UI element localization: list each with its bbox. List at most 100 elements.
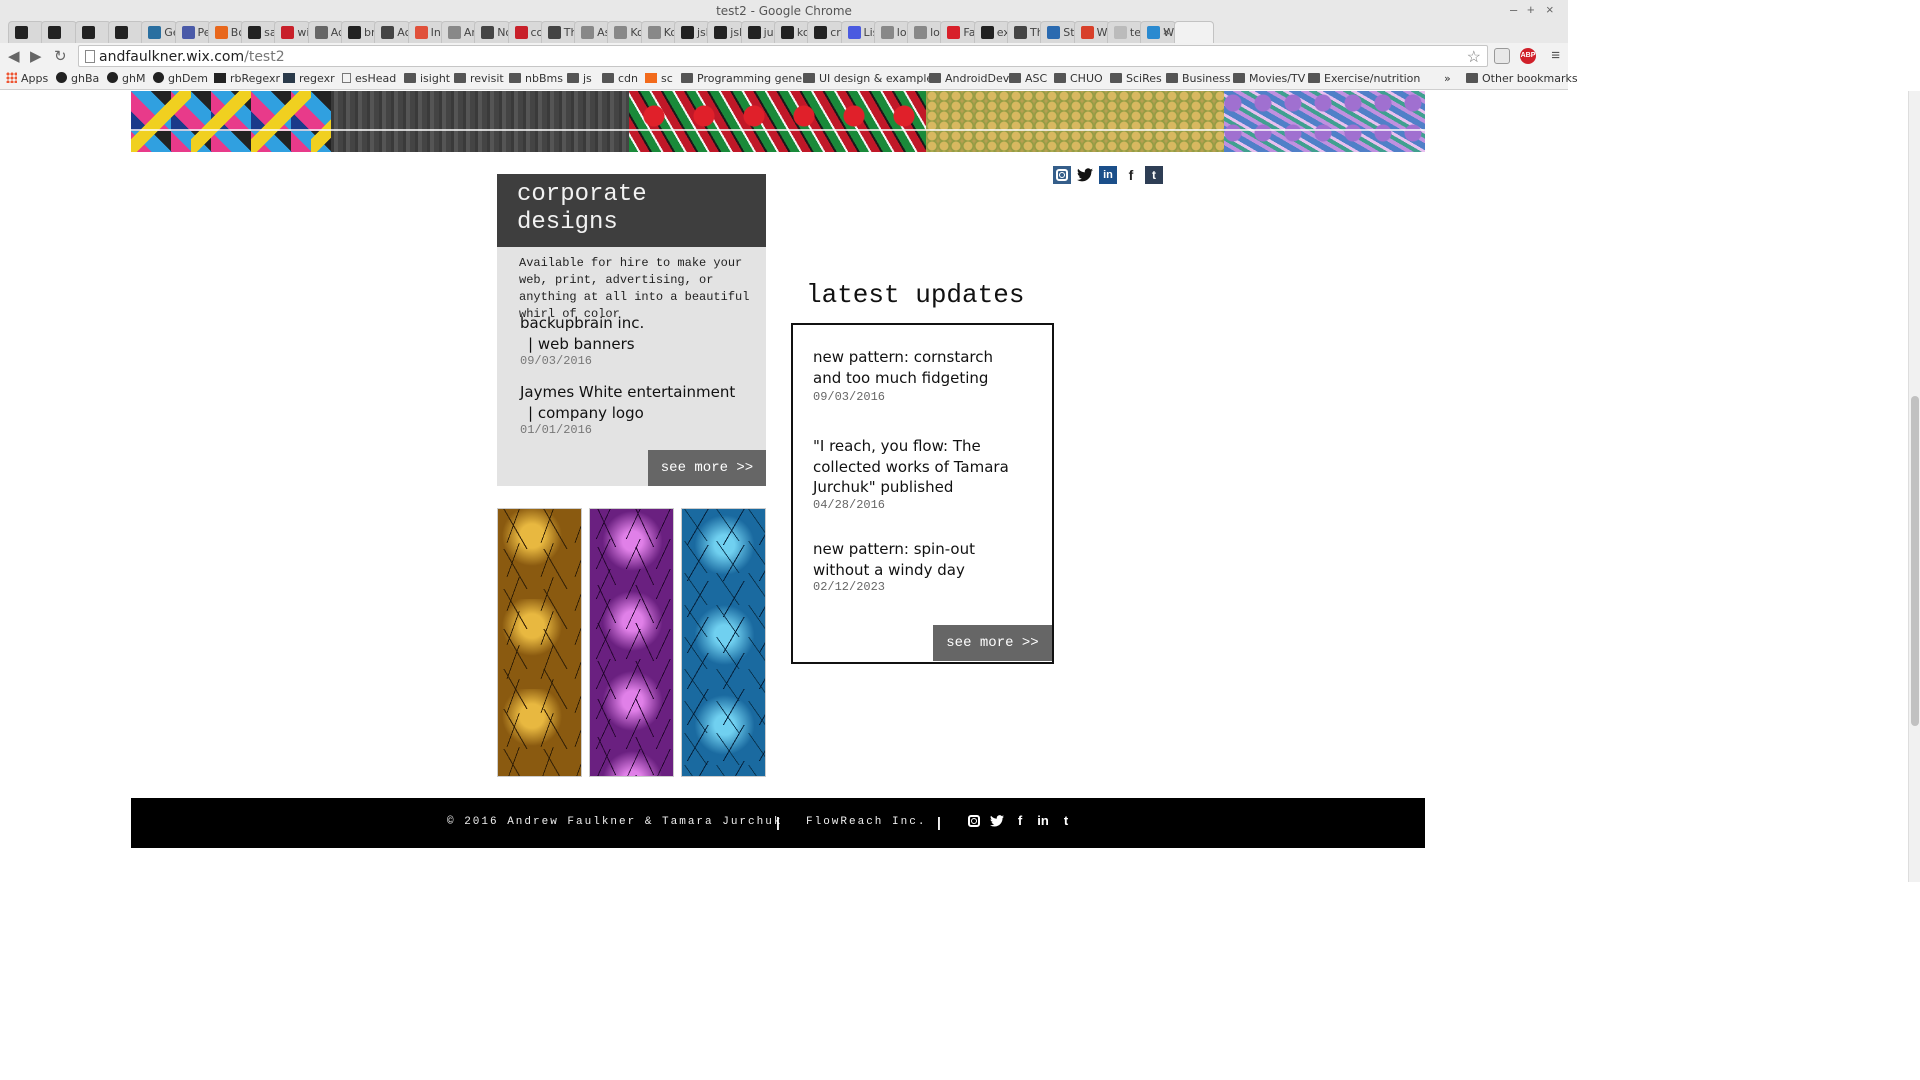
browser-tab[interactable]: Bo xyxy=(207,21,244,43)
bookmark-item[interactable]: ASC xyxy=(1009,72,1047,85)
browser-tab[interactable] xyxy=(41,21,78,43)
bookmark-item[interactable]: isight xyxy=(404,72,450,85)
pattern-thumbnail-purple[interactable] xyxy=(589,508,674,777)
bookmark-item[interactable]: Apps xyxy=(6,72,48,85)
update-item[interactable]: "I reach, you flow: The collected works … xyxy=(813,436,1023,512)
browser-tab[interactable]: No xyxy=(474,21,511,43)
bookmark-star-icon[interactable]: ☆ xyxy=(1467,47,1481,67)
browser-tab[interactable]: jsh xyxy=(707,21,744,43)
bookmark-item[interactable]: regexr xyxy=(283,72,335,85)
bookmarks-overflow-button[interactable]: » xyxy=(1444,72,1451,85)
browser-tab[interactable]: just xyxy=(740,21,777,43)
facebook-icon[interactable]: f xyxy=(1122,166,1140,184)
browser-tab[interactable]: Ko xyxy=(640,21,677,43)
browser-tab[interactable]: loc xyxy=(907,21,944,43)
project-title[interactable]: backupbrain inc. | web banners xyxy=(520,313,750,354)
bookmark-item[interactable]: rbRegexr xyxy=(214,72,280,85)
linkedin-icon[interactable]: in xyxy=(1035,813,1051,829)
pattern-thumbnail-gold[interactable] xyxy=(497,508,582,777)
browser-tab[interactable]: loc xyxy=(873,21,910,43)
bookmark-item[interactable]: Movies/TV xyxy=(1233,72,1305,85)
instagram-icon[interactable] xyxy=(966,813,982,829)
bookmark-item[interactable]: js xyxy=(567,72,592,85)
browser-tab[interactable]: exp xyxy=(973,21,1010,43)
forward-button[interactable]: ▶ xyxy=(30,47,42,65)
browser-tab[interactable]: An xyxy=(440,21,477,43)
browser-tab[interactable]: co xyxy=(507,21,544,43)
update-title[interactable]: "I reach, you flow: The collected works … xyxy=(813,436,1023,498)
bookmark-item[interactable]: AndroidDev xyxy=(929,72,1009,85)
browser-tab[interactable]: Fav xyxy=(940,21,977,43)
address-bar[interactable]: andfaulkner.wix.com/test2 ☆ xyxy=(78,45,1488,67)
browser-tab[interactable]: Wix× xyxy=(1140,21,1177,43)
facebook-icon[interactable]: f xyxy=(1012,813,1028,829)
update-item[interactable]: new pattern: spin-out without a windy da… xyxy=(813,539,1023,594)
bookmark-item[interactable]: revisit xyxy=(454,72,504,85)
bookmark-item[interactable]: ghBa xyxy=(56,72,99,85)
corporate-see-more-button[interactable]: see more >> xyxy=(648,450,766,486)
maximize-button[interactable]: + xyxy=(1527,2,1535,17)
page-scrollbar[interactable] xyxy=(1908,91,1920,882)
browser-tab[interactable]: tes xyxy=(1106,21,1143,43)
browser-tab[interactable]: cry xyxy=(807,21,844,43)
browser-tab[interactable]: Ko xyxy=(607,21,644,43)
minimize-button[interactable]: – xyxy=(1510,2,1517,17)
browser-tab[interactable]: koa xyxy=(773,21,810,43)
browser-tab[interactable]: Intr xyxy=(407,21,444,43)
browser-tab[interactable] xyxy=(8,21,44,43)
extension-icon[interactable] xyxy=(1494,48,1510,64)
bookmark-item[interactable]: SciRes xyxy=(1110,72,1162,85)
back-button[interactable]: ◀ xyxy=(8,47,20,65)
bookmark-item[interactable]: esHead xyxy=(342,72,396,85)
browser-tab[interactable]: Act xyxy=(374,21,411,43)
corporate-project-item[interactable]: Jaymes White entertainment | company log… xyxy=(520,382,750,437)
browser-tab[interactable]: Asy xyxy=(574,21,611,43)
close-window-button[interactable]: × xyxy=(1546,2,1554,17)
browser-tab[interactable]: Ge xyxy=(141,21,178,43)
browser-tab[interactable]: sas xyxy=(241,21,278,43)
scrollbar-thumb[interactable] xyxy=(1911,396,1919,726)
browser-tab[interactable]: The xyxy=(540,21,577,43)
update-title[interactable]: new pattern: spin-out without a windy da… xyxy=(813,539,1023,580)
instagram-icon[interactable] xyxy=(1053,166,1071,184)
browser-tab[interactable] xyxy=(107,21,144,43)
pattern-thumbnail-blue[interactable] xyxy=(681,508,766,777)
reload-button[interactable]: ↻ xyxy=(54,47,67,65)
close-tab-icon[interactable]: × xyxy=(1162,25,1171,38)
update-title[interactable]: new pattern: cornstarch and too much fid… xyxy=(813,347,1023,388)
bookmark-item[interactable]: nbBms xyxy=(509,72,563,85)
browser-tab[interactable]: Thr xyxy=(1007,21,1043,43)
update-item[interactable]: new pattern: cornstarch and too much fid… xyxy=(813,347,1023,404)
tumblr-icon[interactable]: t xyxy=(1058,813,1074,829)
twitter-icon[interactable] xyxy=(1076,166,1094,184)
bookmark-item[interactable]: Business xyxy=(1166,72,1231,85)
tumblr-icon[interactable]: t xyxy=(1145,166,1163,184)
twitter-icon[interactable] xyxy=(989,813,1005,829)
project-title[interactable]: Jaymes White entertainment | company log… xyxy=(520,382,750,423)
browser-tab[interactable]: List xyxy=(840,21,877,43)
bookmark-item[interactable]: sc xyxy=(645,72,673,85)
browser-tab[interactable]: bro xyxy=(341,21,377,43)
bookmark-item[interactable]: UI design & example xyxy=(803,72,933,85)
corporate-project-item[interactable]: backupbrain inc. | web banners 09/03/201… xyxy=(520,313,750,368)
other-bookmarks-folder[interactable]: Other bookmarks xyxy=(1466,72,1578,85)
url-text[interactable]: andfaulkner.wix.com/test2 xyxy=(99,49,285,65)
updates-see-more-button[interactable]: see more >> xyxy=(933,625,1052,661)
browser-tab[interactable]: Wir xyxy=(1073,21,1110,43)
browser-tab[interactable]: wi xyxy=(274,21,311,43)
bookmark-item[interactable]: cdn xyxy=(602,72,638,85)
browser-tab[interactable]: jsh xyxy=(674,21,710,43)
browser-tab[interactable] xyxy=(74,21,111,43)
bookmark-item[interactable]: Programming genera xyxy=(681,72,813,85)
adblock-icon[interactable]: ABP xyxy=(1520,48,1536,64)
browser-tab[interactable]: Per xyxy=(174,21,211,43)
chrome-menu-button[interactable]: ≡ xyxy=(1551,47,1560,64)
bookmark-item[interactable]: ghDem xyxy=(153,72,208,85)
browser-tab[interactable]: Sto xyxy=(1040,21,1077,43)
bookmark-item[interactable]: Exercise/nutrition xyxy=(1308,72,1420,85)
bookmark-item[interactable]: ghM xyxy=(107,72,145,85)
bookmark-item[interactable]: CHUO xyxy=(1054,72,1103,85)
linkedin-icon[interactable]: in xyxy=(1099,166,1117,184)
browser-tab[interactable]: Ad xyxy=(307,21,344,43)
browser-tab[interactable] xyxy=(1173,21,1214,43)
